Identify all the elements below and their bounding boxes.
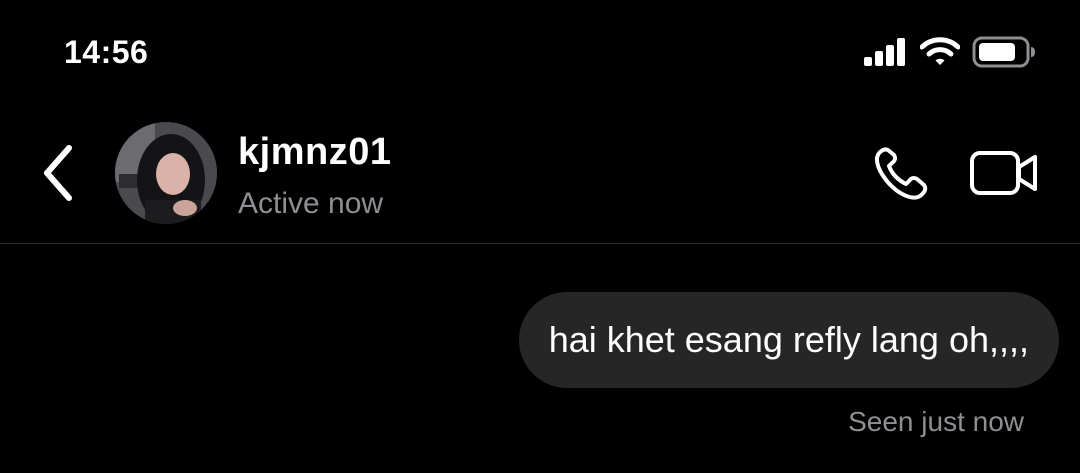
message-thread: hai khet esang refly lang oh,,,, Seen ju…	[0, 244, 1080, 473]
chat-username[interactable]: kjmnz01	[238, 128, 391, 176]
chevron-left-icon	[41, 144, 75, 207]
wifi-icon	[920, 37, 960, 67]
back-button[interactable]	[30, 140, 86, 210]
seen-receipt: Seen just now	[848, 406, 1024, 437]
phone-icon	[872, 144, 930, 207]
status-clock: 14:56	[64, 34, 149, 70]
voice-call-button[interactable]	[868, 144, 934, 206]
status-icons	[864, 34, 1036, 70]
video-call-button[interactable]	[964, 144, 1044, 206]
chat-header: kjmnz01 Active now	[0, 100, 1080, 244]
presence-status: Active now	[238, 187, 384, 220]
avatar[interactable]	[115, 122, 217, 224]
status-bar: 14:56	[0, 0, 1080, 100]
outgoing-message-bubble[interactable]: hai khet esang refly lang oh,,,,	[518, 292, 1059, 388]
cellular-signal-icon	[864, 38, 908, 66]
battery-icon	[972, 36, 1036, 68]
video-camera-icon	[969, 150, 1039, 201]
